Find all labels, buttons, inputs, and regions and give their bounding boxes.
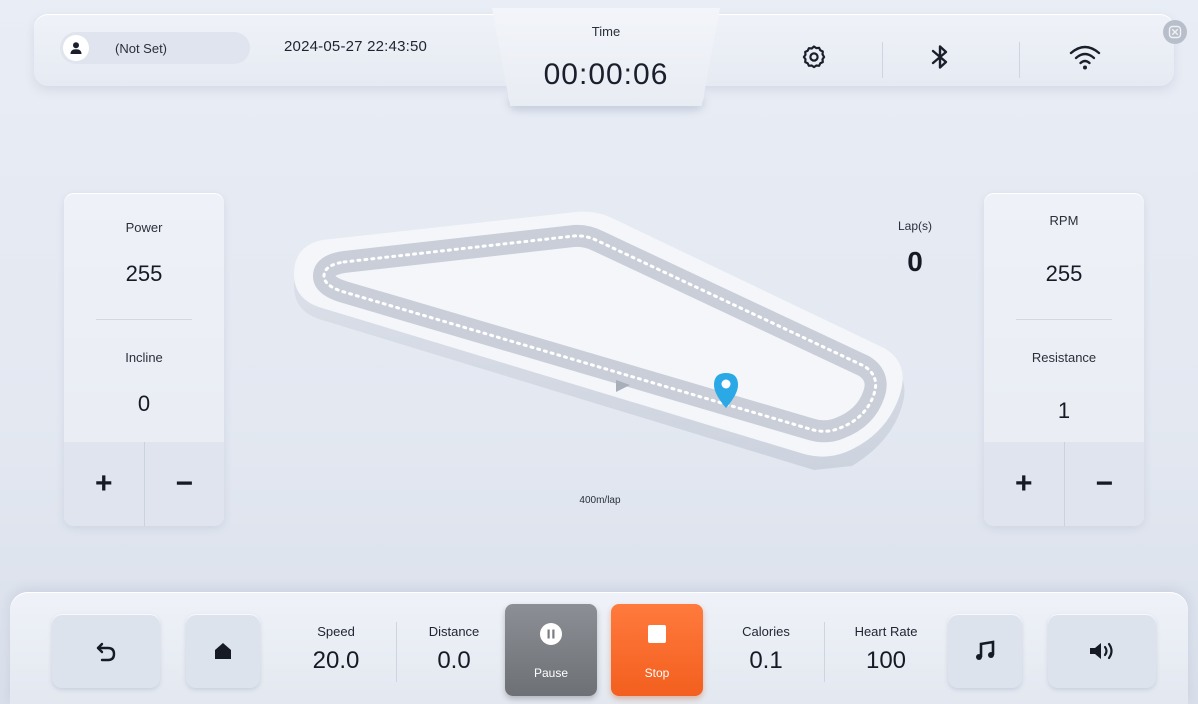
incline-plus-button[interactable]: + — [64, 442, 144, 526]
heart-rate-label: Heart Rate — [854, 624, 918, 639]
time-label: Time — [591, 24, 621, 39]
divider — [1016, 319, 1112, 320]
lap-track — [294, 211, 905, 470]
power-value: 255 — [125, 261, 163, 286]
home-icon — [215, 643, 231, 659]
rpm-label: RPM — [1049, 213, 1079, 228]
resistance-value: 1 — [1057, 398, 1071, 423]
distance-value: 0.0 — [437, 647, 471, 674]
resistance-minus-button[interactable]: − — [1063, 442, 1145, 526]
distance-label: Distance — [428, 624, 480, 639]
divider — [96, 319, 192, 320]
volume-icon — [1090, 642, 1113, 660]
stop-button[interactable]: Stop — [611, 604, 703, 696]
wifi-icon — [1069, 45, 1101, 70]
heart-rate-value: 100 — [865, 647, 907, 674]
calories-label: Calories — [742, 624, 790, 639]
divider — [824, 622, 825, 682]
laps-value: 0 — [907, 246, 923, 277]
stop-label: Stop — [644, 666, 670, 680]
bluetooth-icon — [931, 45, 948, 69]
current-datetime: 2024-05-27 22:43:50 — [284, 38, 428, 55]
user-profile-button[interactable]: (Not Set) — [60, 32, 250, 64]
pause-icon — [540, 623, 562, 645]
resistance-plus-button[interactable]: + — [984, 442, 1064, 526]
incline-label: Incline — [125, 350, 163, 365]
gear-icon — [802, 45, 826, 69]
calories-value: 0.1 — [749, 647, 783, 674]
back-icon — [96, 642, 116, 662]
distance-stat: Distance 0.0 — [414, 624, 494, 675]
speed-value: 20.0 — [312, 647, 360, 674]
user-name: (Not Set) — [115, 40, 168, 56]
resistance-controls: + − — [984, 442, 1144, 526]
close-icon — [1168, 25, 1182, 39]
elapsed-time-panel: Time 00:00:06 — [492, 8, 720, 106]
stop-icon — [648, 625, 666, 643]
pause-label: Pause — [533, 666, 569, 680]
divider — [882, 42, 883, 78]
right-metrics-panel: RPM 255 Resistance 1 + − — [984, 193, 1144, 526]
incline-controls: + − — [64, 442, 224, 526]
pause-button[interactable]: Pause — [505, 604, 597, 696]
home-button[interactable] — [186, 614, 260, 688]
calories-stat: Calories 0.1 — [726, 624, 806, 675]
left-metrics-panel: Power 255 Incline 0 + − — [64, 193, 224, 526]
incline-minus-button[interactable]: − — [143, 442, 225, 526]
music-button[interactable] — [948, 614, 1022, 688]
elapsed-time: 00:00:06 — [543, 58, 669, 91]
incline-value: 0 — [137, 391, 151, 416]
speed-stat: Speed 20.0 — [296, 624, 376, 675]
speed-label: Speed — [317, 624, 355, 639]
power-label: Power — [125, 220, 163, 235]
settings-button[interactable] — [799, 42, 829, 72]
lap-distance-note: 400m/lap — [579, 495, 621, 506]
wifi-button[interactable] — [1067, 42, 1103, 72]
divider — [396, 622, 397, 682]
resistance-label: Resistance — [1031, 350, 1097, 365]
bluetooth-button[interactable] — [925, 42, 955, 72]
divider — [1019, 42, 1020, 78]
back-button[interactable] — [52, 614, 160, 688]
volume-button[interactable] — [1048, 614, 1156, 688]
heart-rate-stat: Heart Rate 100 — [840, 624, 932, 675]
laps-label: Lap(s) — [897, 219, 932, 233]
close-button[interactable] — [1163, 20, 1187, 44]
rpm-value: 255 — [1045, 261, 1083, 286]
music-icon — [976, 640, 995, 660]
user-icon — [63, 35, 89, 61]
